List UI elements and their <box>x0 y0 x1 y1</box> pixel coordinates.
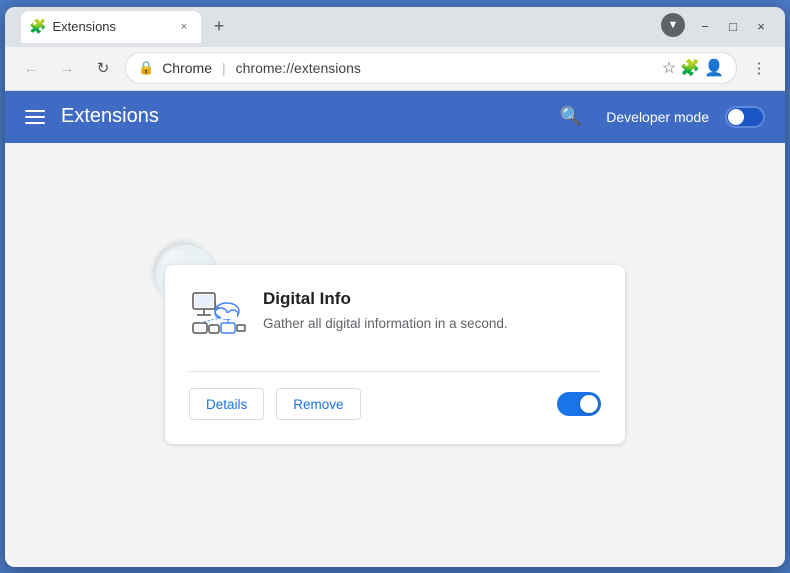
nav-bar: ← → ↻ 🔒 Chrome | chrome://extensions ☆ 🧩… <box>5 47 785 91</box>
address-origin: Chrome <box>162 60 212 76</box>
profile-menu-button[interactable]: ▼ <box>661 13 685 37</box>
reload-button[interactable]: ↻ <box>89 54 117 82</box>
developer-mode-toggle[interactable] <box>725 106 765 128</box>
menu-icon: ⋮ <box>752 59 767 77</box>
browser-window: 🧩 Extensions × + ▼ − □ × ← → ↻ <box>5 7 785 567</box>
extension-toggle[interactable] <box>557 392 601 416</box>
extension-card: Digital Info Gather all digital informat… <box>165 265 625 444</box>
address-separator: | <box>222 60 226 76</box>
extensions-header: Extensions 🔍 Developer mode <box>5 91 785 143</box>
back-icon: ← <box>24 60 39 77</box>
tab-extension-icon: 🧩 <box>29 18 46 35</box>
developer-mode-label: Developer mode <box>606 109 709 125</box>
minimize-button[interactable]: − <box>697 19 713 35</box>
dropdown-icon: ▼ <box>668 19 679 31</box>
extensions-content: 🔍 RISK.COM <box>5 143 785 567</box>
title-bar: 🧩 Extensions × + ▼ − □ × <box>5 7 785 47</box>
menu-button[interactable]: ⋮ <box>745 54 773 82</box>
star-icon[interactable]: ☆ <box>662 58 676 78</box>
tab-bar: 🧩 Extensions × + <box>13 11 337 43</box>
tab-label: Extensions <box>52 19 169 34</box>
forward-icon: → <box>60 60 75 77</box>
remove-button[interactable]: Remove <box>276 388 360 420</box>
search-button[interactable]: 🔍 <box>560 106 582 127</box>
extension-card-top: Digital Info Gather all digital informat… <box>189 289 601 347</box>
extensions-icon[interactable]: 🧩 <box>680 58 700 78</box>
nav-bar-right: ⋮ <box>745 54 773 82</box>
forward-button[interactable]: → <box>53 54 81 82</box>
extensions-title: Extensions <box>61 105 544 128</box>
address-bar-actions: ☆ 🧩 👤 <box>662 58 724 78</box>
active-tab[interactable]: 🧩 Extensions × <box>21 11 201 43</box>
address-bar[interactable]: 🔒 Chrome | chrome://extensions ☆ 🧩 👤 <box>125 52 737 84</box>
window-controls: − □ × <box>697 19 769 35</box>
details-button[interactable]: Details <box>189 388 264 420</box>
hamburger-menu[interactable] <box>25 110 45 124</box>
back-button[interactable]: ← <box>17 54 45 82</box>
close-button[interactable]: × <box>753 19 769 35</box>
extension-card-bottom: Details Remove <box>189 371 601 420</box>
reload-icon: ↻ <box>97 59 110 77</box>
lock-icon: 🔒 <box>138 60 154 76</box>
maximize-button[interactable]: □ <box>725 19 741 35</box>
tab-close-button[interactable]: × <box>175 18 193 36</box>
title-bar-right: ▼ <box>661 13 693 41</box>
extension-name: Digital Info <box>263 289 508 309</box>
address-path: chrome://extensions <box>236 60 361 76</box>
extension-info: Digital Info Gather all digital informat… <box>263 289 508 347</box>
profile-icon[interactable]: 👤 <box>704 58 724 78</box>
extension-icon <box>189 289 247 347</box>
extension-description: Gather all digital information in a seco… <box>263 315 508 334</box>
new-tab-button[interactable]: + <box>205 13 233 41</box>
